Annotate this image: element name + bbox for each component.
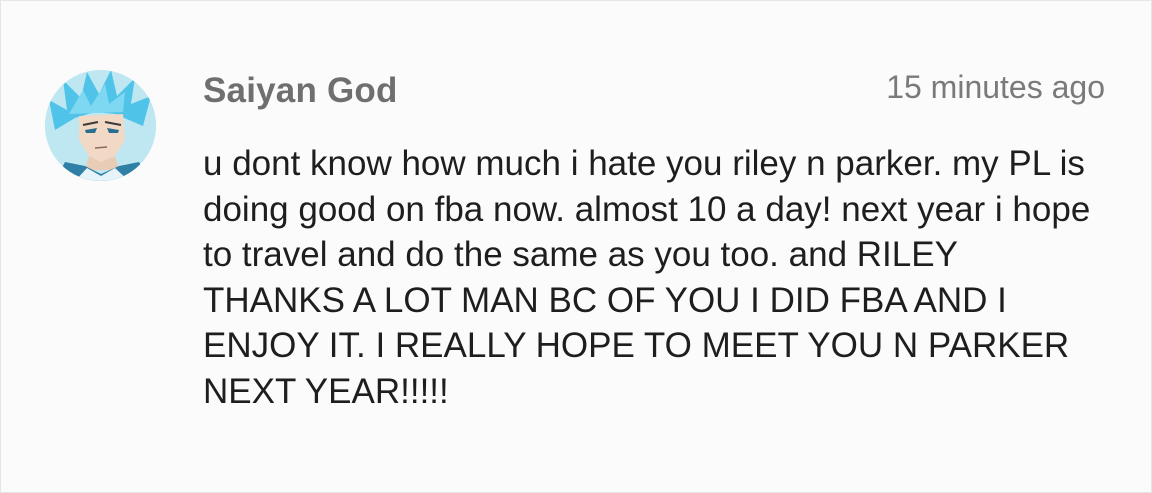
comment-author[interactable]: Saiyan God	[203, 71, 398, 111]
avatar[interactable]	[45, 70, 156, 181]
comment-body: u dont know how much i hate you riley n …	[203, 144, 1091, 411]
comment-timestamp: 15 minutes ago	[886, 69, 1105, 105]
comment-card: Saiyan God 15 minutes ago u dont know ho…	[0, 0, 1152, 493]
anime-character-avatar-icon	[45, 70, 156, 181]
